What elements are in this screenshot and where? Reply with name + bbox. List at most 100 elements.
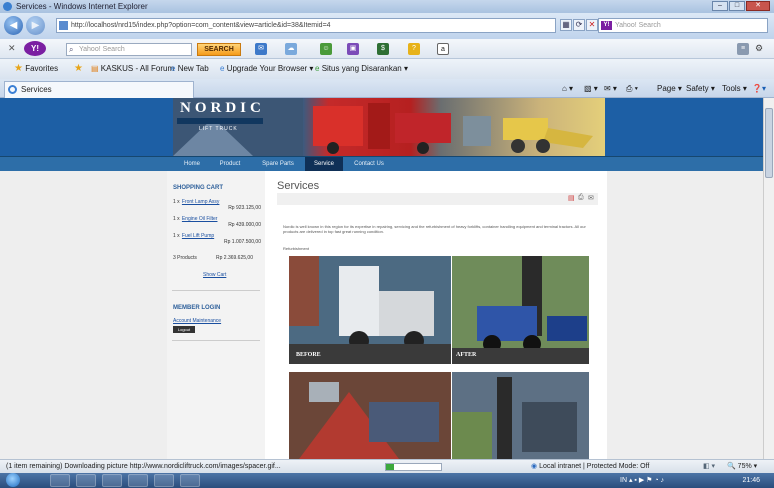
cart-total: Rp 2.369.625,00 [216,255,253,261]
nav-contact-us[interactable]: Contact Us [346,157,392,172]
minimize-button[interactable]: – [712,1,728,11]
forward-button[interactable]: ▶ [26,16,45,35]
zoom-value: 75% [737,463,752,470]
answers-icon[interactable]: ? [408,43,420,55]
favorites-button[interactable]: ★ Favorites [14,59,58,79]
taskbar-app-icon[interactable] [180,474,200,487]
back-button[interactable]: ◀ [4,16,23,35]
home-icon[interactable]: ⌂ ▾ [562,79,573,98]
toolbar-settings-icon[interactable]: ≡ [737,43,749,55]
fav-item-new-tab[interactable]: e New Tab [171,59,209,79]
system-tray-icons[interactable]: IN ▴ ▪ ▶ ⚑ ◔ ♪ [620,473,664,488]
logo-bar [177,118,263,124]
weather-icon[interactable]: ☁ [285,43,297,55]
taskbar-ie-icon[interactable] [76,474,96,487]
sidebar-divider [172,290,260,291]
article-body: Nordic is well known in this region for … [283,224,586,234]
cart-item-price: Rp 439.000,00 [228,222,261,228]
after-engine-image [452,372,589,459]
fav-item-kaskus[interactable]: ▤ KASKUS - All Forum [91,59,174,79]
show-cart-link[interactable]: Show Cart [203,272,226,278]
article-subheading: Refurbishment [283,246,310,251]
yahoo-toolbar: ✕ Y! ⌕ Yahoo! Search SEARCH ✉ ☁ ☺ ▣ $ ? … [0,39,774,59]
security-zone[interactable]: ◉ Local intranet | Protected Mode: Off [531,460,649,473]
vertical-scrollbar[interactable] [763,98,774,459]
search-placeholder: Yahoo! Search [615,22,661,29]
before-engine-image [289,372,451,459]
yahoo-icon: Y! [601,21,612,30]
protected-mode-icon[interactable]: ◧ ▾ [703,460,715,473]
email-article-icon[interactable]: ✉ [588,194,594,202]
taskbar-app-icon[interactable] [128,474,148,487]
before-caption: BEFORE [296,352,321,358]
toolbar-search-input[interactable]: ⌕ Yahoo! Search [66,43,192,56]
tab-services[interactable]: Services [4,81,194,98]
after-caption: AFTER [456,352,477,358]
cart-item-price: Rp 1.007.500,00 [224,239,261,245]
window-title: Services - Windows Internet Explorer [16,2,148,11]
zoom-control[interactable]: 🔍 75% ▾ [727,460,757,473]
finance-icon[interactable]: $ [377,43,389,55]
fav-item-upgrade-browser[interactable]: e Upgrade Your Browser ▾ [220,59,313,79]
site-header: NORDIC LIFT TRUCK [0,98,763,156]
browser-nav-row: ◀ ▶ http://localhost/nrd15/index.php?opt… [0,13,774,39]
intranet-icon: ◉ [531,463,538,470]
scrollbar-thumb[interactable] [765,108,773,178]
add-favorites-icon[interactable]: ★ [74,59,83,79]
after-photo-1: AFTER [452,256,589,364]
loading-icon [8,85,17,94]
fav-item-situs[interactable]: e Situs yang Disarankan ▾ [315,59,408,79]
font-icon[interactable]: a [437,43,449,55]
logout-button[interactable]: Logout [173,326,195,333]
pdf-icon[interactable]: ▤ [568,194,575,202]
mail-icon[interactable]: ✉ [255,43,267,55]
sidebar-divider [172,340,260,341]
address-bar[interactable]: http://localhost/nrd15/index.php?option=… [56,18,556,33]
cart-item-link[interactable]: Engine Oil Filter [182,216,218,222]
magnifier-icon: ⌕ [69,45,74,54]
after-forklift-image [452,256,589,364]
tools-menu[interactable]: Tools ▾ [722,79,747,98]
toolbar-close-icon[interactable]: ✕ [8,43,16,54]
status-text: (1 item remaining) Downloading picture h… [6,463,281,470]
close-window-button[interactable]: ✕ [746,1,770,11]
nav-spare-parts[interactable]: Spare Parts [253,157,303,172]
games-icon[interactable]: ▣ [347,43,359,55]
taskbar-app-icon[interactable] [50,474,70,487]
windows-taskbar: IN ▴ ▪ ▶ ⚑ ◔ ♪ 21:46 [0,473,774,488]
taskbar-app-icon[interactable] [102,474,122,487]
yahoo-logo-icon[interactable]: Y! [24,41,46,56]
toolbar-more-icon[interactable]: ⚙ [755,43,763,54]
messenger-icon[interactable]: ☺ [320,43,332,55]
maximize-button[interactable]: □ [729,1,745,11]
cart-item: 1 x Engine Oil Filter Rp 439.000,00 [173,216,261,228]
toolbar-search-button[interactable]: SEARCH [197,43,241,56]
cart-item-link[interactable]: Fuel Lift Pump [182,233,214,239]
taskbar-app-icon[interactable] [154,474,174,487]
nav-product[interactable]: Product [210,157,250,172]
page-menu[interactable]: Page ▾ [657,79,682,98]
compatibility-icon[interactable]: ▦ [560,19,572,31]
nav-home[interactable]: Home [177,157,207,172]
cart-item-link[interactable]: Front Lamp Assy [182,199,220,205]
stop-icon[interactable]: ✕ [586,19,598,31]
help-icon[interactable]: ❓▾ [752,79,766,98]
print-article-icon[interactable]: ⎙ [578,194,584,202]
favorites-bar: ★ Favorites ★ ▤ KASKUS - All Forum e New… [0,59,774,79]
refresh-icon[interactable]: ⟳ [573,19,585,31]
cart-title: SHOPPING CART [173,185,224,191]
site-nav: Home Product Spare Parts Service Contact… [0,156,763,172]
safety-menu[interactable]: Safety ▾ [686,79,715,98]
page-icon [59,21,68,30]
search-box[interactable]: Y! Yahoo! Search [598,18,768,33]
article-toolbar: ▤ ⎙ ✉ [277,193,598,205]
favorites-label: Favorites [25,64,59,73]
start-button[interactable] [6,473,20,487]
site-logo[interactable]: NORDIC LIFT TRUCK [177,100,263,138]
account-maintenance-link[interactable]: Account Maintenance [173,318,221,324]
nav-service[interactable]: Service [305,157,343,172]
taskbar-clock: 21:46 [742,477,760,484]
read-mail-icon[interactable]: ✉ ▾ [604,79,617,98]
print-icon[interactable]: ⎙ ▾ [626,79,638,98]
feeds-icon[interactable]: ▧ ▾ [584,79,598,98]
